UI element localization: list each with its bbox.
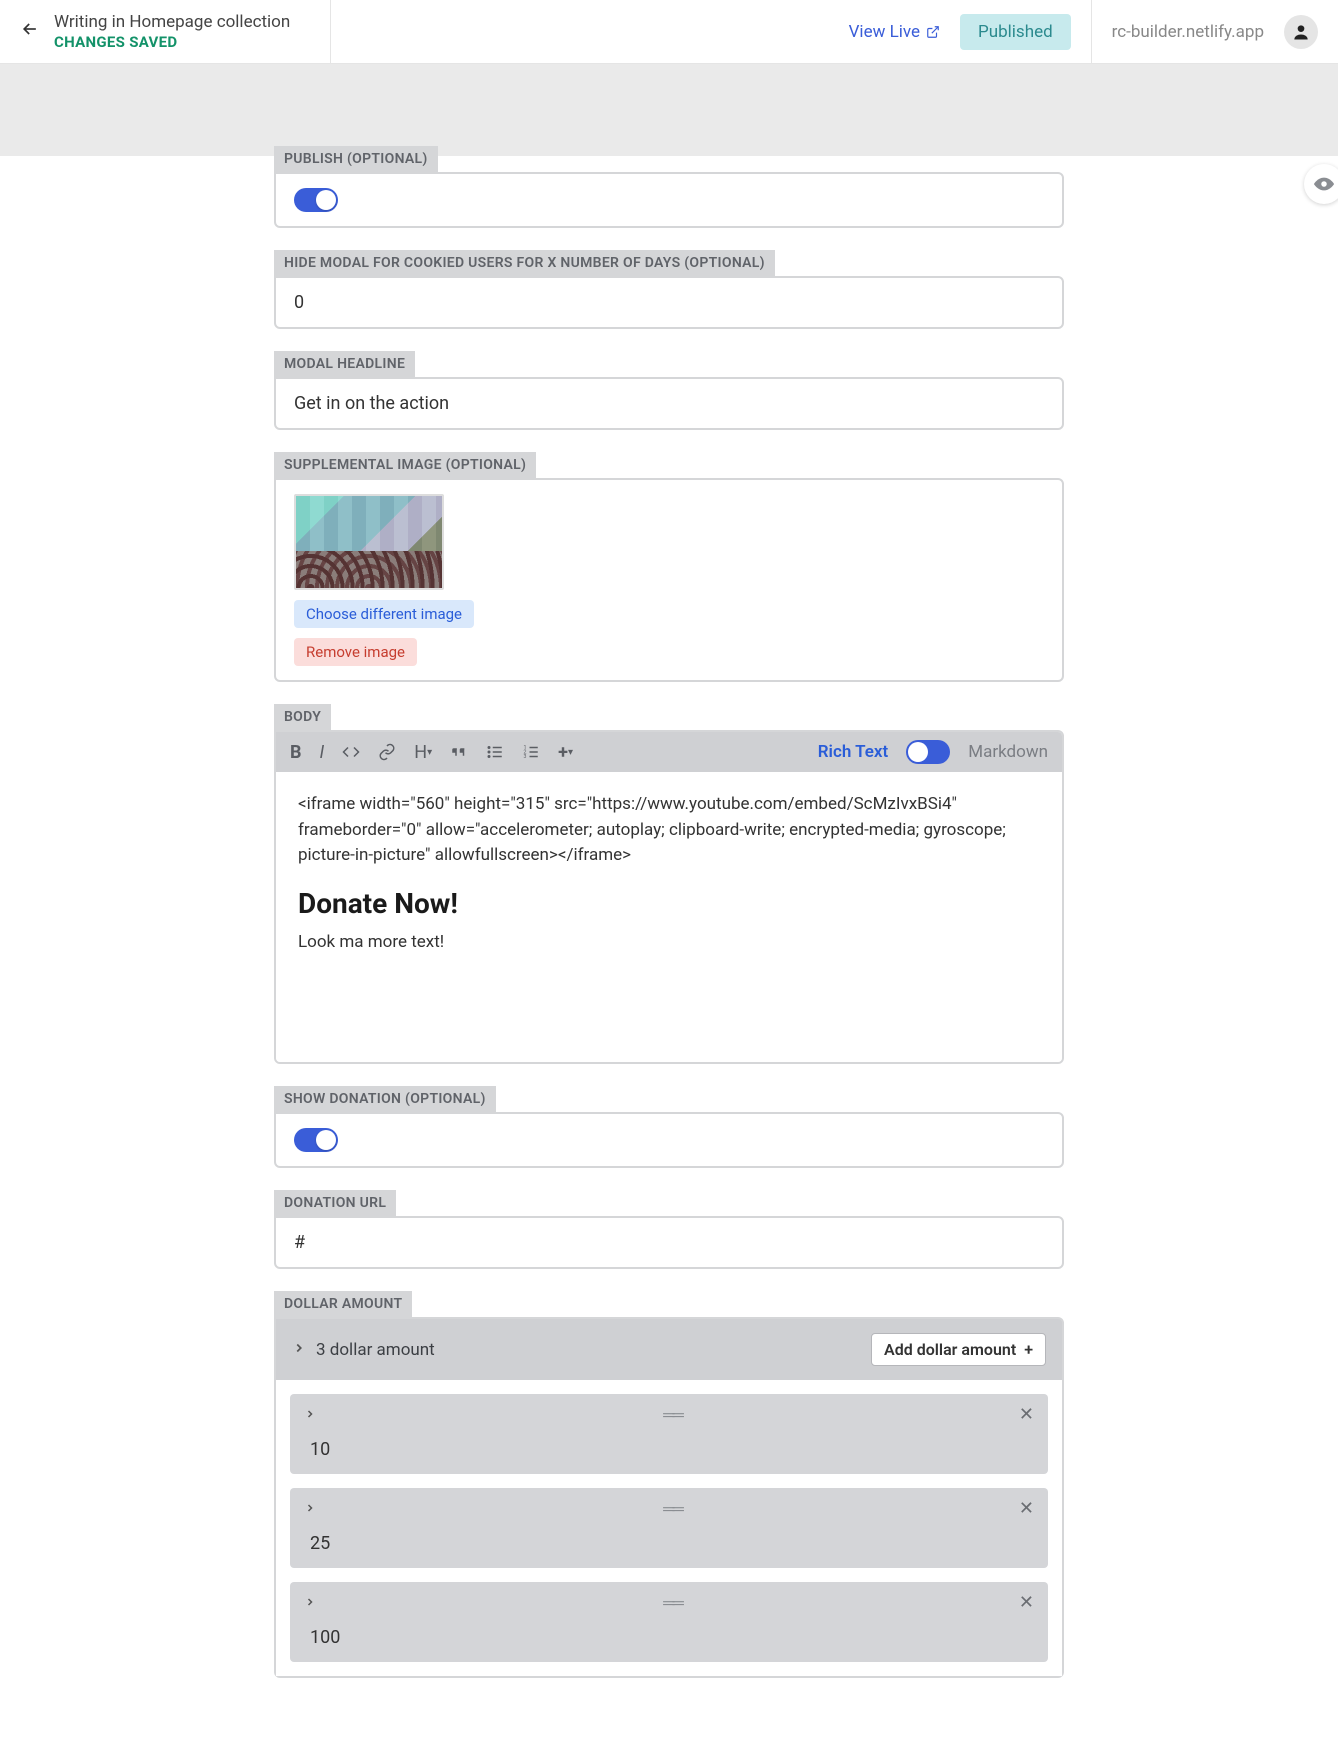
dollar-list-header: 3 dollar amount Add dollar amount + bbox=[276, 1319, 1062, 1380]
add-block-icon[interactable]: +▾ bbox=[558, 742, 573, 763]
donation-url-label: DONATION URL bbox=[274, 1190, 396, 1216]
body-iframe-text: <iframe width="560" height="315" src="ht… bbox=[298, 792, 1040, 869]
heading-icon[interactable]: H▾ bbox=[414, 742, 432, 763]
field-show-donation: SHOW DONATION (OPTIONAL) bbox=[274, 1086, 1064, 1168]
svg-text:3: 3 bbox=[524, 754, 527, 760]
field-dollar-amount: DOLLAR AMOUNT 3 dollar amount Add dollar… bbox=[274, 1291, 1064, 1678]
field-modal-headline: MODAL HEADLINE bbox=[274, 351, 1064, 430]
publish-toggle[interactable] bbox=[294, 188, 338, 212]
view-live-label: View Live bbox=[849, 22, 920, 42]
add-dollar-button[interactable]: Add dollar amount + bbox=[871, 1333, 1046, 1366]
grey-strip bbox=[0, 64, 1338, 156]
dollar-count-text: 3 dollar amount bbox=[316, 1340, 435, 1360]
bold-icon[interactable]: B bbox=[290, 742, 302, 763]
field-body: BODY B I H▾ bbox=[274, 704, 1064, 1064]
hide-modal-label: HIDE MODAL FOR COOKIED USERS FOR X NUMBE… bbox=[274, 250, 775, 276]
collection-name: Writing in Homepage collection bbox=[54, 11, 290, 33]
hide-modal-input[interactable] bbox=[294, 292, 1044, 313]
publish-label: PUBLISH (OPTIONAL) bbox=[274, 146, 438, 172]
collapse-icon[interactable] bbox=[292, 1340, 306, 1359]
dollar-amount-item: ══ ✕ 100 bbox=[290, 1582, 1048, 1662]
view-live-link[interactable]: View Live bbox=[849, 22, 940, 42]
body-label: BODY bbox=[274, 704, 331, 730]
show-donation-label: SHOW DONATION (OPTIONAL) bbox=[274, 1086, 496, 1112]
drag-handle-icon[interactable]: ══ bbox=[663, 1499, 682, 1519]
bullet-list-icon[interactable] bbox=[486, 743, 504, 761]
drag-handle-icon[interactable]: ══ bbox=[663, 1405, 682, 1425]
italic-icon[interactable]: I bbox=[320, 742, 325, 763]
user-icon bbox=[1291, 22, 1311, 42]
rich-text-label: Rich Text bbox=[818, 742, 889, 762]
editor-mode-toggle[interactable] bbox=[906, 740, 950, 764]
published-button[interactable]: Published bbox=[960, 14, 1071, 50]
remove-image-button[interactable]: Remove image bbox=[294, 638, 417, 666]
dollar-amount-item: ══ ✕ 10 bbox=[290, 1394, 1048, 1474]
amount-value: 25 bbox=[290, 1529, 1048, 1554]
item-chevron-icon[interactable] bbox=[304, 1499, 316, 1518]
dollar-list-items: ══ ✕ 10 ══ ✕ 25 bbox=[276, 1380, 1062, 1676]
amount-value: 100 bbox=[290, 1623, 1048, 1648]
modal-headline-input[interactable] bbox=[294, 393, 1044, 414]
remove-item-icon[interactable]: ✕ bbox=[1019, 1404, 1034, 1425]
choose-image-button[interactable]: Choose different image bbox=[294, 600, 474, 628]
item-chevron-icon[interactable] bbox=[304, 1405, 316, 1424]
show-donation-toggle[interactable] bbox=[294, 1128, 338, 1152]
numbered-list-icon[interactable]: 123 bbox=[522, 743, 540, 761]
site-url: rc-builder.netlify.app bbox=[1112, 22, 1264, 42]
back-arrow-icon[interactable] bbox=[20, 19, 40, 44]
quote-icon[interactable] bbox=[450, 743, 468, 761]
avatar[interactable] bbox=[1284, 15, 1318, 49]
app-header: Writing in Homepage collection CHANGES S… bbox=[0, 0, 1338, 64]
preview-eye-button[interactable] bbox=[1304, 164, 1338, 204]
field-publish: PUBLISH (OPTIONAL) bbox=[274, 146, 1064, 228]
plus-icon: + bbox=[1024, 1340, 1033, 1359]
header-divider bbox=[1091, 0, 1092, 63]
save-status: CHANGES SAVED bbox=[54, 33, 290, 53]
field-hide-modal: HIDE MODAL FOR COOKIED USERS FOR X NUMBE… bbox=[274, 250, 1064, 329]
remove-item-icon[interactable]: ✕ bbox=[1019, 1498, 1034, 1519]
image-thumbnail[interactable] bbox=[294, 494, 444, 590]
donation-url-input[interactable] bbox=[294, 1232, 1044, 1253]
modal-headline-label: MODAL HEADLINE bbox=[274, 351, 415, 377]
markdown-label: Markdown bbox=[968, 742, 1048, 762]
eye-icon bbox=[1313, 173, 1335, 195]
code-icon[interactable] bbox=[342, 743, 360, 761]
dollar-amount-item: ══ ✕ 25 bbox=[290, 1488, 1048, 1568]
item-chevron-icon[interactable] bbox=[304, 1593, 316, 1612]
back-block: Writing in Homepage collection CHANGES S… bbox=[20, 0, 331, 63]
external-link-icon bbox=[926, 25, 940, 39]
body-heading: Donate Now! bbox=[298, 887, 1040, 920]
field-donation-url: DONATION URL bbox=[274, 1190, 1064, 1269]
drag-handle-icon[interactable]: ══ bbox=[663, 1593, 682, 1613]
link-icon[interactable] bbox=[378, 743, 396, 761]
amount-value: 10 bbox=[290, 1435, 1048, 1460]
remove-item-icon[interactable]: ✕ bbox=[1019, 1592, 1034, 1613]
editor-toolbar: B I H▾ 123 bbox=[276, 732, 1062, 772]
body-paragraph: Look ma more text! bbox=[298, 932, 1040, 952]
supp-image-label: SUPPLEMENTAL IMAGE (OPTIONAL) bbox=[274, 452, 536, 478]
editor-body[interactable]: <iframe width="560" height="315" src="ht… bbox=[276, 772, 1062, 1062]
dollar-amount-label: DOLLAR AMOUNT bbox=[274, 1291, 412, 1317]
field-supplemental-image: SUPPLEMENTAL IMAGE (OPTIONAL) Choose dif… bbox=[274, 452, 1064, 682]
add-dollar-label: Add dollar amount bbox=[884, 1340, 1016, 1359]
